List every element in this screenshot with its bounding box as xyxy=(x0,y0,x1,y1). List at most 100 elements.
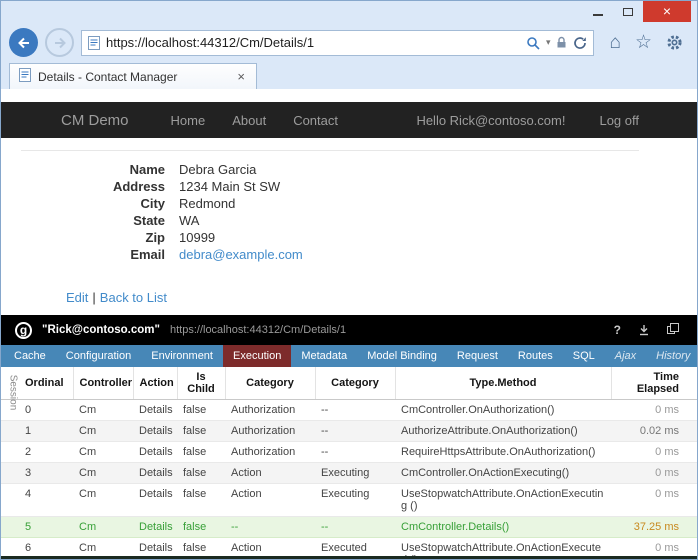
glimpse-tab[interactable]: Routes xyxy=(508,345,563,367)
cell-action: Details xyxy=(133,420,177,442)
execution-row[interactable]: 5 Cm Details false -- -- CmController.Details(… xyxy=(1,516,697,538)
glimpse-tab[interactable]: Environment xyxy=(141,345,223,367)
execution-row[interactable]: 3 Cm Details false Action Executing CmControll… xyxy=(1,462,697,484)
home-icon[interactable]: ⌂ xyxy=(609,33,620,52)
execution-row[interactable]: 0 Cm Details false Authorization -- CmControll… xyxy=(1,399,697,421)
glimpse-tab[interactable]: Metadata xyxy=(291,345,357,367)
help-icon[interactable]: ? xyxy=(614,323,621,337)
logoff-link[interactable]: Log off xyxy=(599,113,639,128)
back-to-list-link[interactable]: Back to List xyxy=(100,290,167,305)
glimpse-panel: g "Rick@contoso.com" https://localhost:4… xyxy=(1,315,697,559)
cell-category-1: Authorization xyxy=(225,399,315,421)
column-header[interactable]: Controller xyxy=(72,367,133,400)
divider xyxy=(21,150,639,151)
back-arrow-icon xyxy=(17,37,29,48)
search-icon[interactable] xyxy=(526,36,540,50)
field-value: 10999 xyxy=(179,230,216,245)
detail-row: Name Debra Garcia xyxy=(21,161,677,178)
cell-category-1: Action xyxy=(225,462,315,484)
cell-type-method: UseStopwatchAttribute.OnActionExecuting … xyxy=(395,483,611,517)
cell-controller: Cm xyxy=(73,516,133,538)
address-bar[interactable]: https://localhost:44312/Cm/Details/1 ▾ xyxy=(81,29,595,56)
cell-type-method: CmController.OnAuthorization() xyxy=(395,399,611,421)
execution-row[interactable]: 1 Cm Details false Authorization -- AuthorizeA… xyxy=(1,420,697,442)
cell-controller: Cm xyxy=(73,399,133,421)
refresh-icon[interactable] xyxy=(573,36,587,50)
glimpse-url: https://localhost:44312/Cm/Details/1 xyxy=(169,324,347,336)
glimpse-body: Session Ordinal Controller Action Is Child C… xyxy=(1,367,697,559)
field-value: 1234 Main St SW xyxy=(179,179,281,194)
cell-category-1: Authorization xyxy=(225,420,315,442)
export-download-icon[interactable] xyxy=(638,324,650,336)
cell-is-child: false xyxy=(177,516,225,538)
minimize-button[interactable] xyxy=(583,1,613,22)
cell-ordinal: 5 xyxy=(1,516,73,538)
close-button[interactable]: × xyxy=(643,1,691,22)
column-header[interactable]: Action xyxy=(132,367,177,400)
user-greeting-link[interactable]: Hello Rick@contoso.com! xyxy=(416,113,565,128)
cell-is-child: false xyxy=(177,399,225,421)
column-header[interactable]: Category xyxy=(314,367,395,400)
forward-button[interactable] xyxy=(45,28,74,57)
glimpse-tab[interactable]: Cache xyxy=(4,345,56,367)
execution-row[interactable]: 2 Cm Details false Authorization -- RequireHtt… xyxy=(1,441,697,463)
cell-category-2: -- xyxy=(315,441,395,463)
titlebar[interactable]: × xyxy=(1,1,697,27)
lock-icon[interactable] xyxy=(556,36,567,49)
back-button[interactable] xyxy=(9,28,38,57)
field-value: Redmond xyxy=(179,196,236,211)
column-header[interactable]: Time Elapsed xyxy=(610,367,697,400)
popout-window-icon[interactable] xyxy=(667,323,679,334)
navbar-link[interactable]: Contact xyxy=(293,113,338,128)
execution-table: Ordinal Controller Action Is Child Category C… xyxy=(1,367,697,559)
cell-ordinal: 4 xyxy=(1,483,73,517)
url-text[interactable]: https://localhost:44312/Cm/Details/1 xyxy=(106,35,520,50)
glimpse-logo-icon[interactable]: g xyxy=(15,321,32,339)
cell-type-method: RequireHttpsAttribute.OnAuthorization() xyxy=(395,441,611,463)
cell-category-1: Authorization xyxy=(225,441,315,463)
session-vertical-label: Session xyxy=(7,374,19,411)
forward-arrow-icon xyxy=(54,37,66,48)
cell-time-elapsed: 0 ms xyxy=(611,462,697,484)
cell-ordinal: 2 xyxy=(1,441,73,463)
navbar-brand[interactable]: CM Demo xyxy=(61,112,129,129)
glimpse-tab[interactable]: History xyxy=(646,345,697,367)
navbar-link[interactable]: Home xyxy=(171,113,206,128)
cell-controller: Cm xyxy=(73,441,133,463)
browser-tab[interactable]: Details - Contact Manager × xyxy=(9,63,257,89)
contact-fields: Name Debra Garcia Address 1234 Main St SW Ci… xyxy=(21,161,677,263)
frame-icons: ⌂ ☆ xyxy=(601,33,689,52)
maximize-icon xyxy=(623,7,633,16)
glimpse-tab[interactable]: SQL xyxy=(563,345,605,367)
settings-gear-icon[interactable] xyxy=(666,34,683,51)
glimpse-tab[interactable]: Execution xyxy=(223,345,292,367)
column-header[interactable]: Category xyxy=(224,367,315,400)
window-bottom-border xyxy=(1,556,697,559)
maximize-button[interactable] xyxy=(613,1,643,22)
column-header[interactable]: Type.Method xyxy=(394,367,611,400)
column-header[interactable]: Is Child xyxy=(176,367,225,400)
contact-details: Name Debra Garcia Address 1234 Main St SW Ci… xyxy=(1,150,697,305)
popout-window-glyph xyxy=(667,323,679,334)
edit-link[interactable]: Edit xyxy=(66,290,88,305)
browser-chrome: × https://localhost:44312/Cm/Details/1 ▾ xyxy=(1,1,697,89)
search-dropdown-icon[interactable]: ▾ xyxy=(546,37,551,48)
field-value: WA xyxy=(179,213,200,228)
detail-row: Address 1234 Main St SW xyxy=(21,178,677,195)
glimpse-tab[interactable]: Model Binding xyxy=(357,345,447,367)
page-favicon-icon xyxy=(88,35,100,50)
execution-row[interactable]: 4 Cm Details false Action Executing UseStopwat… xyxy=(1,483,697,517)
cell-category-2: Executing xyxy=(315,462,395,484)
cell-category-1: Action xyxy=(225,483,315,517)
field-label: State xyxy=(133,213,165,228)
glimpse-tab[interactable]: Ajax xyxy=(605,345,646,367)
tab-title: Details - Contact Manager xyxy=(38,69,178,84)
cell-action: Details xyxy=(133,516,177,538)
navbar-link[interactable]: About xyxy=(232,113,266,128)
tab-close-icon[interactable]: × xyxy=(235,69,247,84)
separator: | xyxy=(92,290,96,305)
glimpse-tab[interactable]: Configuration xyxy=(56,345,141,367)
glimpse-tab[interactable]: Request xyxy=(447,345,508,367)
field-label: City xyxy=(140,196,165,211)
favorites-star-icon[interactable]: ☆ xyxy=(635,33,652,52)
